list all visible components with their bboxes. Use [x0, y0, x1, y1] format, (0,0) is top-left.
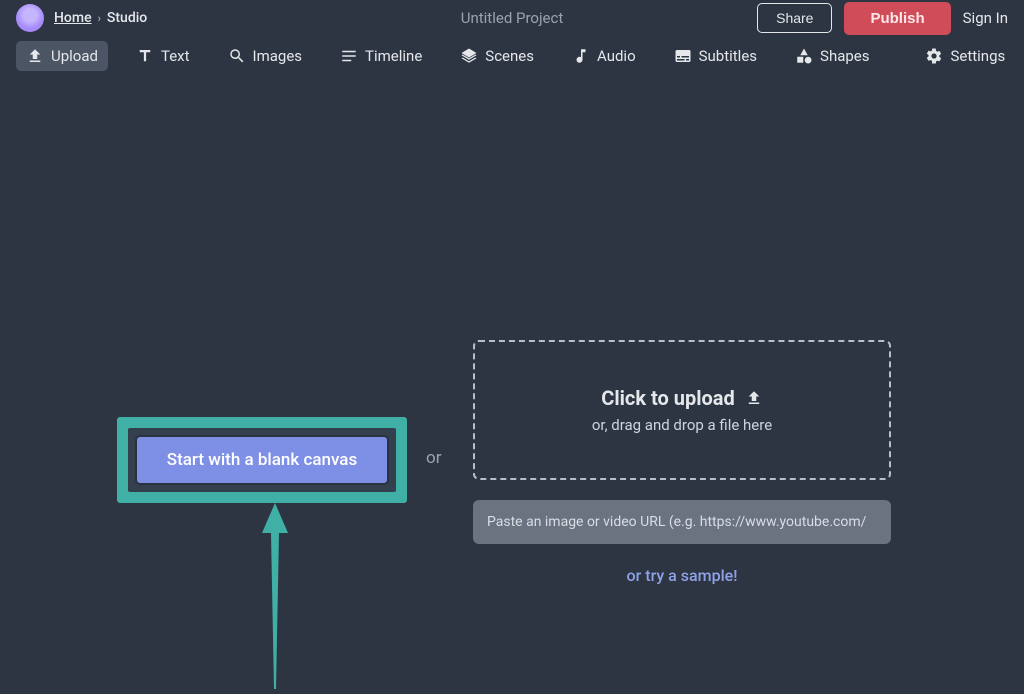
pointer-arrow-icon [262, 503, 288, 689]
tool-label: Audio [597, 47, 636, 65]
search-icon [228, 47, 246, 65]
publish-button[interactable]: Publish [844, 2, 950, 35]
upload-icon [745, 389, 763, 407]
upload-main-text: Click to upload [601, 386, 735, 410]
tool-label: Subtitles [699, 47, 757, 65]
text-icon [136, 47, 154, 65]
tool-shapes[interactable]: Shapes [785, 41, 879, 71]
try-sample-link[interactable]: or try a sample! [473, 566, 891, 585]
breadcrumb-home[interactable]: Home [54, 10, 92, 26]
tool-upload[interactable]: Upload [16, 41, 108, 71]
tool-label: Text [161, 47, 190, 65]
tool-label: Upload [51, 47, 98, 65]
upload-dropzone[interactable]: Click to upload or, drag and drop a file… [473, 340, 891, 480]
audio-icon [572, 47, 590, 65]
upload-icon [26, 47, 44, 65]
main-canvas-area: Start with a blank canvas or Click to up… [0, 76, 1024, 694]
layers-icon [460, 47, 478, 65]
start-blank-inner: Start with a blank canvas [128, 428, 396, 492]
subtitles-icon [674, 47, 692, 65]
upload-panel: Click to upload or, drag and drop a file… [473, 340, 891, 585]
app-logo [16, 4, 44, 32]
chevron-right-icon: › [96, 12, 103, 25]
tool-label: Settings [950, 47, 1005, 65]
tool-label: Images [253, 47, 303, 65]
tool-images[interactable]: Images [218, 41, 313, 71]
tool-subtitles[interactable]: Subtitles [664, 41, 767, 71]
start-blank-highlight: Start with a blank canvas [117, 417, 407, 503]
tool-scenes[interactable]: Scenes [450, 41, 544, 71]
tool-settings[interactable]: Settings [915, 41, 1015, 71]
tool-text[interactable]: Text [126, 41, 200, 71]
url-placeholder: Paste an image or video URL (e.g. https:… [487, 514, 866, 530]
start-blank-button[interactable]: Start with a blank canvas [135, 435, 389, 485]
breadcrumb: Home › Studio [54, 10, 147, 26]
shapes-icon [795, 47, 813, 65]
breadcrumb-studio: Studio [107, 10, 147, 26]
tool-audio[interactable]: Audio [562, 41, 646, 71]
or-separator: or [426, 448, 441, 468]
toolbar: Upload Text Images Timeline Scenes Audio [0, 36, 1024, 76]
gear-icon [925, 47, 943, 65]
sign-in-link[interactable]: Sign In [963, 9, 1008, 27]
upload-sub-text: or, drag and drop a file here [592, 416, 772, 434]
tool-label: Shapes [820, 47, 869, 65]
timeline-icon [340, 47, 358, 65]
share-button[interactable]: Share [757, 3, 832, 33]
header-bar: Home › Studio Untitled Project Share Pub… [0, 0, 1024, 36]
tool-label: Scenes [485, 47, 534, 65]
project-title[interactable]: Untitled Project [461, 9, 564, 27]
tool-timeline[interactable]: Timeline [330, 41, 432, 71]
tool-label: Timeline [365, 47, 422, 65]
url-input[interactable]: Paste an image or video URL (e.g. https:… [473, 500, 891, 544]
